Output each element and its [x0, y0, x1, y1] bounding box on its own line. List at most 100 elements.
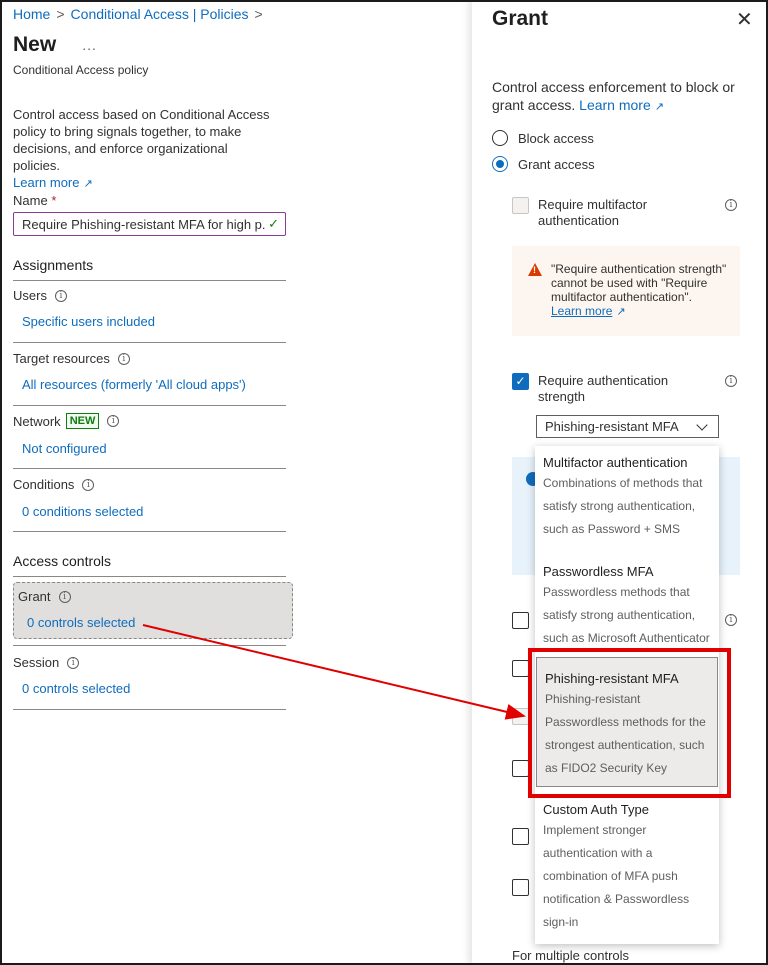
- conditions-value-link[interactable]: 0 conditions selected: [22, 504, 143, 519]
- grant-control-box[interactable]: Grant i 0 controls selected: [13, 582, 293, 639]
- external-link-icon: ↗: [616, 306, 626, 318]
- block-access-label: Block access: [518, 130, 594, 146]
- policy-name-value: Require Phishing-resistant MFA for high …: [22, 216, 267, 232]
- users-value-link[interactable]: Specific users included: [22, 314, 155, 329]
- grant-option-checkbox-1[interactable]: [512, 612, 529, 629]
- chevron-right-icon: >: [56, 6, 65, 22]
- users-label-text: Users: [13, 288, 47, 303]
- option-title: Passwordless MFA: [543, 564, 654, 579]
- option-description: Passwordless methods that satisfy strong…: [543, 585, 710, 645]
- panel-learn-more-link[interactable]: Learn more: [579, 97, 651, 113]
- option-description: Phishing-resistant Passwordless methods …: [545, 692, 706, 775]
- info-icon[interactable]: i: [107, 415, 120, 427]
- require-mfa-label: Require multifactor authentication: [538, 197, 648, 228]
- breadcrumb-home[interactable]: Home: [13, 6, 50, 22]
- policy-name-input[interactable]: Require Phishing-resistant MFA for high …: [13, 212, 286, 236]
- access-controls-heading: Access controls: [13, 553, 112, 569]
- name-label-text: Name: [13, 193, 48, 208]
- panel-description: Control access enforcement to block or g…: [492, 78, 747, 116]
- page-description: Control access based on Conditional Acce…: [13, 106, 278, 193]
- grant-label: Grant i: [18, 589, 71, 604]
- breadcrumb: Home > Conditional Access | Policies >: [13, 6, 269, 22]
- block-access-radio[interactable]: [492, 130, 508, 146]
- warning-message: "Require authentication strength" cannot…: [551, 262, 727, 304]
- divider: [13, 531, 286, 532]
- divider: [13, 709, 286, 710]
- title-row: New ...: [13, 33, 97, 57]
- option-title: Phishing-resistant MFA: [545, 671, 679, 686]
- block-access-radio-row[interactable]: Block access: [492, 130, 594, 146]
- external-link-icon: ↗: [654, 101, 664, 113]
- divider: [13, 468, 286, 469]
- warning-banner: "Require authentication strength" cannot…: [512, 246, 740, 336]
- breadcrumb-policies[interactable]: Conditional Access | Policies: [71, 6, 249, 22]
- users-label: Users i: [13, 288, 67, 303]
- page-subtitle: Conditional Access policy: [13, 63, 149, 77]
- grant-value-link[interactable]: 0 controls selected: [27, 615, 135, 630]
- grant-option-checkbox-2[interactable]: [512, 660, 529, 677]
- required-mark: *: [51, 193, 57, 208]
- divider: [13, 405, 286, 406]
- grant-label-text: Grant: [18, 589, 51, 604]
- require-mfa-checkbox[interactable]: [512, 197, 529, 214]
- chevron-down-icon: [696, 418, 708, 431]
- divider: [13, 645, 286, 646]
- auth-strength-selected-value: Phishing-resistant MFA: [545, 419, 679, 434]
- option-description: Implement stronger authentication with a…: [543, 823, 690, 929]
- external-link-icon: ↗: [83, 178, 93, 190]
- name-label: Name *: [13, 193, 56, 208]
- network-value-link[interactable]: Not configured: [22, 441, 107, 456]
- grant-access-radio[interactable]: [492, 156, 508, 172]
- divider: [13, 576, 286, 577]
- grant-option-checkbox-6[interactable]: [512, 879, 529, 896]
- dropdown-option-custom[interactable]: Custom Auth Type Implement stronger auth…: [535, 801, 719, 941]
- info-icon[interactable]: i: [67, 656, 80, 669]
- target-resources-label: Target resources i: [13, 351, 130, 366]
- conditions-label-text: Conditions: [13, 477, 75, 492]
- info-icon[interactable]: i: [58, 590, 71, 603]
- grant-access-radio-row[interactable]: Grant access: [492, 156, 595, 172]
- option-title: Multifactor authentication: [543, 455, 688, 470]
- description-text: Control access based on Conditional Acce…: [13, 107, 270, 173]
- option-description: Combinations of methods that satisfy str…: [543, 476, 703, 536]
- learn-more-link[interactable]: Learn more: [13, 175, 79, 190]
- require-auth-strength-checkbox[interactable]: ✓: [512, 373, 529, 390]
- option-title: Custom Auth Type: [543, 802, 649, 817]
- warning-icon: [528, 263, 542, 276]
- session-label-text: Session: [13, 655, 60, 670]
- session-value-link[interactable]: 0 controls selected: [22, 681, 130, 696]
- session-label: Session i: [13, 655, 80, 670]
- grant-option-checkbox-4[interactable]: [512, 760, 529, 777]
- info-icon[interactable]: i: [725, 614, 737, 626]
- checkmark-icon: ✓: [268, 216, 279, 231]
- close-icon[interactable]: ✕: [736, 10, 753, 30]
- page-title: New: [13, 33, 57, 56]
- info-icon[interactable]: i: [117, 352, 130, 365]
- network-label: Network NEW i: [13, 413, 120, 429]
- grant-option-checkbox-5[interactable]: [512, 828, 529, 845]
- chevron-right-icon: >: [254, 6, 263, 22]
- dropdown-option-passwordless[interactable]: Passwordless MFA Passwordless methods th…: [535, 559, 719, 655]
- more-options-button[interactable]: ...: [82, 37, 97, 53]
- info-icon[interactable]: i: [82, 478, 95, 491]
- info-icon[interactable]: i: [54, 289, 67, 302]
- target-resources-value-link[interactable]: All resources (formerly 'All cloud apps'…: [22, 377, 246, 392]
- grant-option-checkbox-3[interactable]: [512, 708, 529, 725]
- info-icon[interactable]: i: [725, 199, 737, 211]
- grant-access-label: Grant access: [518, 156, 595, 172]
- multiple-controls-label: For multiple controls: [512, 948, 630, 963]
- panel-title: Grant: [492, 7, 549, 30]
- info-icon[interactable]: i: [725, 375, 737, 387]
- assignments-heading: Assignments: [13, 257, 94, 273]
- divider: [13, 342, 286, 343]
- warning-text: "Require authentication strength" cannot…: [551, 262, 733, 319]
- divider: [13, 280, 286, 281]
- dropdown-option-mfa[interactable]: Multifactor authentication Combinations …: [535, 450, 719, 552]
- auth-strength-dropdown-list: Multifactor authentication Combinations …: [535, 446, 719, 944]
- new-badge: NEW: [65, 413, 100, 429]
- require-auth-strength-label: Require authentication strength: [538, 373, 669, 404]
- conditions-label: Conditions i: [13, 477, 95, 492]
- dropdown-option-phishing-resistant[interactable]: Phishing-resistant MFA Phishing-resistan…: [536, 657, 718, 787]
- auth-strength-select[interactable]: Phishing-resistant MFA: [536, 415, 719, 438]
- warning-learn-more-link[interactable]: Learn more: [551, 304, 612, 318]
